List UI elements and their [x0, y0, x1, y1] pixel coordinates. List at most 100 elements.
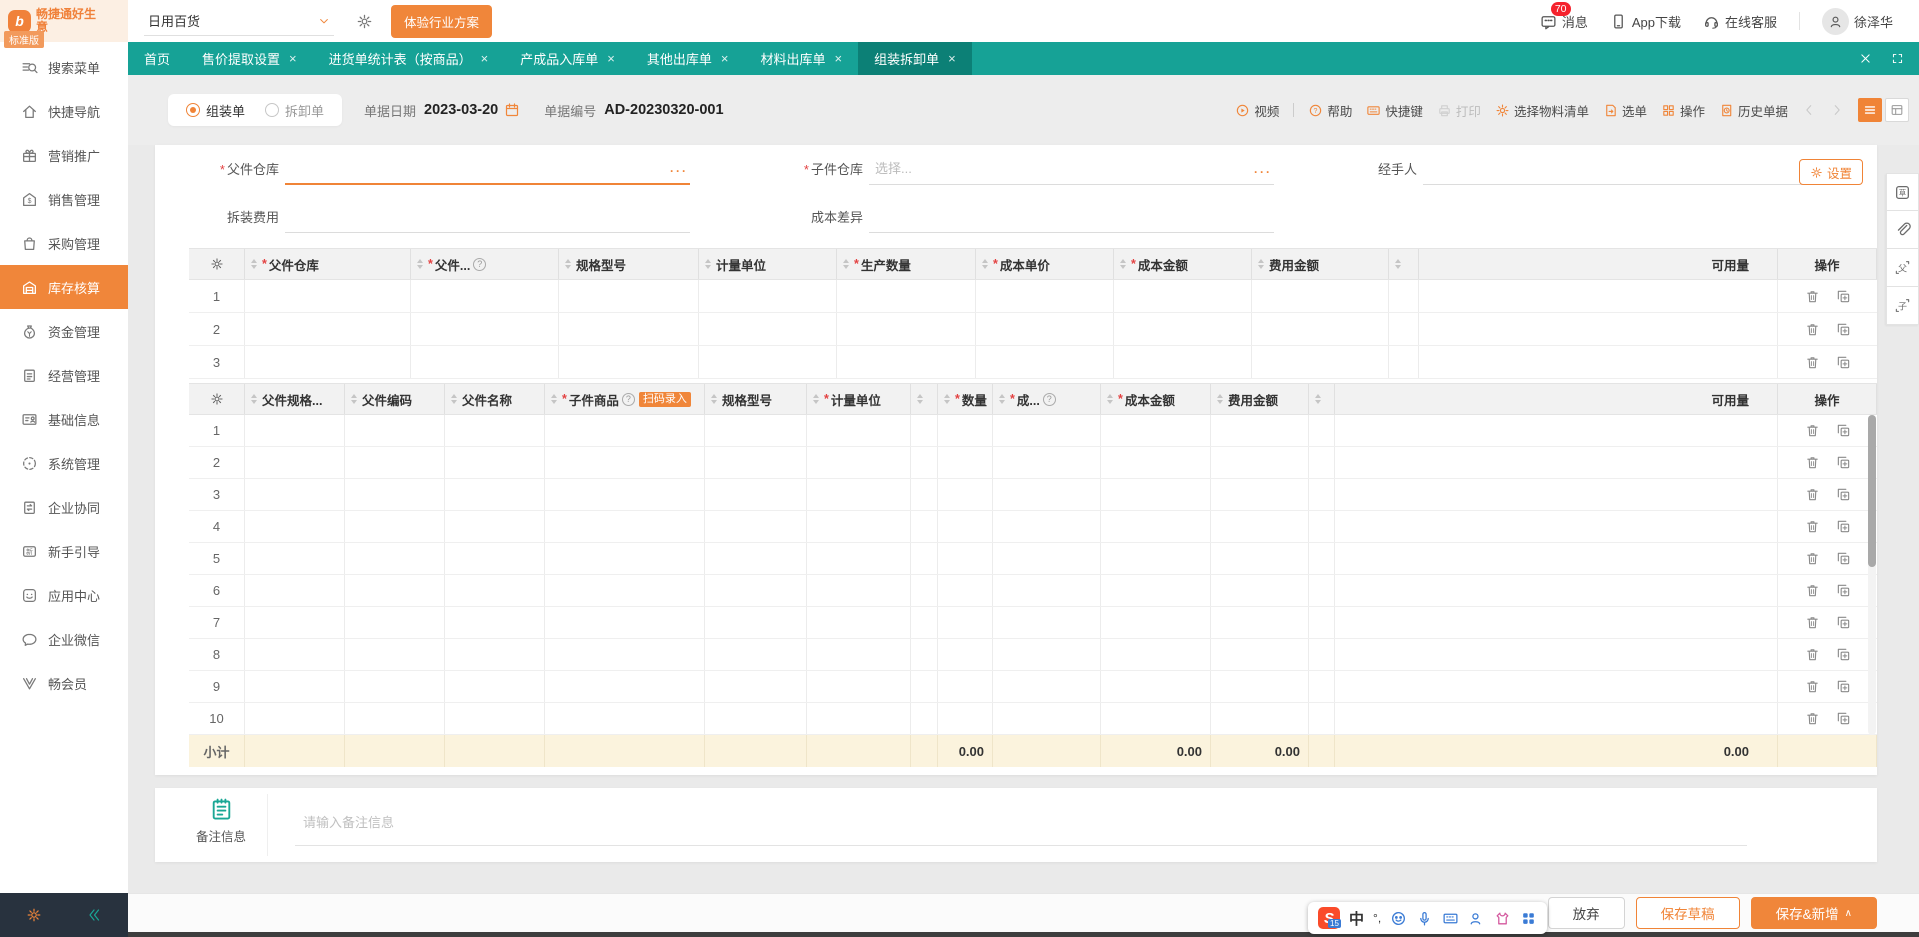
- table-cell[interactable]: [545, 575, 705, 606]
- table-cell[interactable]: [545, 415, 705, 446]
- delete-row-icon[interactable]: [1805, 519, 1820, 534]
- table-row[interactable]: 5: [189, 543, 1877, 575]
- table-cell[interactable]: [245, 479, 345, 510]
- column-header[interactable]: * 子件商品? 扫码录入: [545, 384, 705, 414]
- table-cell[interactable]: [1252, 280, 1389, 312]
- table-cell[interactable]: [1101, 543, 1211, 574]
- table-cell[interactable]: [1389, 280, 1419, 312]
- tab-组装拆卸单[interactable]: 组装拆卸单 ×: [858, 42, 972, 75]
- table-cell[interactable]: [245, 575, 345, 606]
- table-cell[interactable]: [1309, 639, 1335, 670]
- column-header[interactable]: * 父件仓库: [245, 249, 411, 279]
- sidebar-item-guide[interactable]: 新 新手引导: [0, 529, 128, 573]
- table-cell[interactable]: [993, 639, 1101, 670]
- table-cell[interactable]: [911, 639, 938, 670]
- delete-row-icon[interactable]: [1805, 322, 1820, 337]
- table-cell[interactable]: [976, 313, 1114, 345]
- column-header[interactable]: 父件名称: [445, 384, 545, 414]
- table-cell[interactable]: [345, 511, 445, 542]
- prev-doc-icon[interactable]: [1802, 103, 1816, 117]
- table-row[interactable]: 1: [189, 415, 1877, 447]
- table-cell[interactable]: [911, 671, 938, 702]
- sort-icon[interactable]: [917, 394, 923, 404]
- table-cell[interactable]: [1114, 346, 1252, 378]
- toolbar-hotkey-button[interactable]: 快捷键: [1366, 101, 1423, 120]
- column-header[interactable]: * 计量单位: [807, 384, 911, 414]
- table-cell[interactable]: [807, 511, 911, 542]
- toolbar-history-button[interactable]: 历史单据: [1719, 101, 1788, 120]
- table-cell[interactable]: [938, 639, 993, 670]
- select-child-button[interactable]: 子: [1886, 287, 1919, 325]
- sidebar-item-warehouse[interactable]: 库存核算: [0, 265, 128, 309]
- table-cell[interactable]: [1309, 575, 1335, 606]
- copy-row-icon[interactable]: [1836, 455, 1851, 470]
- sort-icon[interactable]: [451, 394, 457, 404]
- form-view-button[interactable]: [1885, 98, 1909, 122]
- table-cell[interactable]: [938, 671, 993, 702]
- radio-组装单[interactable]: 组装单: [186, 101, 245, 120]
- delete-row-icon[interactable]: [1805, 423, 1820, 438]
- settings-gear-icon[interactable]: [26, 907, 42, 923]
- delete-row-icon[interactable]: [1805, 455, 1820, 470]
- copy-row-icon[interactable]: [1836, 583, 1851, 598]
- table-cell[interactable]: [705, 607, 807, 638]
- delete-row-icon[interactable]: [1805, 355, 1820, 370]
- sidebar-item-apps[interactable]: 应用中心: [0, 573, 128, 617]
- table-cell[interactable]: [1211, 575, 1309, 606]
- table-cell[interactable]: [807, 575, 911, 606]
- handler-input[interactable]: ···: [1423, 155, 1835, 185]
- table-cell[interactable]: [1101, 607, 1211, 638]
- table-cell[interactable]: [938, 703, 993, 734]
- sort-icon[interactable]: [565, 259, 571, 269]
- table-cell[interactable]: [911, 607, 938, 638]
- copy-row-icon[interactable]: [1836, 289, 1851, 304]
- table-cell[interactable]: [559, 313, 699, 345]
- messages-button[interactable]: 消息 70: [1540, 1, 1588, 31]
- collapse-sidebar-icon[interactable]: [86, 907, 102, 923]
- table-cell[interactable]: [1252, 346, 1389, 378]
- table-cell[interactable]: [911, 703, 938, 734]
- table-cell[interactable]: [938, 575, 993, 606]
- table-cell[interactable]: [699, 346, 837, 378]
- table-cell[interactable]: [245, 607, 345, 638]
- sidebar-item-system[interactable]: 系统管理: [0, 441, 128, 485]
- table-cell[interactable]: [1211, 543, 1309, 574]
- table-cell[interactable]: [1101, 511, 1211, 542]
- copy-row-icon[interactable]: [1836, 679, 1851, 694]
- table-cell[interactable]: [545, 543, 705, 574]
- sort-icon[interactable]: [1120, 259, 1126, 269]
- sort-icon[interactable]: [705, 259, 711, 269]
- table-cell[interactable]: [1101, 479, 1211, 510]
- table-row[interactable]: 3: [189, 346, 1877, 379]
- scrollbar-thumb[interactable]: [1868, 415, 1876, 567]
- table-cell[interactable]: [545, 447, 705, 478]
- table-cell[interactable]: [545, 479, 705, 510]
- sort-icon[interactable]: [551, 394, 557, 404]
- settings-button[interactable]: 设置: [1798, 159, 1863, 185]
- help-icon[interactable]: ?: [621, 392, 635, 406]
- lookup-dots-icon[interactable]: ···: [1254, 165, 1272, 179]
- copy-row-icon[interactable]: [1836, 711, 1851, 726]
- copy-row-icon[interactable]: [1836, 647, 1851, 662]
- close-all-tabs-button[interactable]: [1849, 42, 1881, 75]
- table-cell[interactable]: [1101, 671, 1211, 702]
- table-cell[interactable]: [837, 346, 976, 378]
- column-header[interactable]: 计量单位: [699, 249, 837, 279]
- table-cell[interactable]: [705, 415, 807, 446]
- table-cell[interactable]: [411, 280, 559, 312]
- table-cell[interactable]: [245, 671, 345, 702]
- user-menu[interactable]: 徐泽华: [1821, 7, 1893, 35]
- sort-icon[interactable]: [251, 394, 257, 404]
- table-cell[interactable]: [445, 703, 545, 734]
- gear-column-header[interactable]: [189, 384, 245, 414]
- table-cell[interactable]: [938, 543, 993, 574]
- sort-icon[interactable]: [251, 259, 257, 269]
- table-cell[interactable]: [705, 671, 807, 702]
- table-cell[interactable]: [1309, 479, 1335, 510]
- list-view-button[interactable]: [1858, 98, 1882, 122]
- copy-row-icon[interactable]: [1836, 519, 1851, 534]
- table-cell[interactable]: [1309, 671, 1335, 702]
- tab-售价提取设置[interactable]: 售价提取设置 ×: [186, 42, 313, 75]
- table-cell[interactable]: [938, 607, 993, 638]
- table-scrollbar[interactable]: [1868, 415, 1876, 735]
